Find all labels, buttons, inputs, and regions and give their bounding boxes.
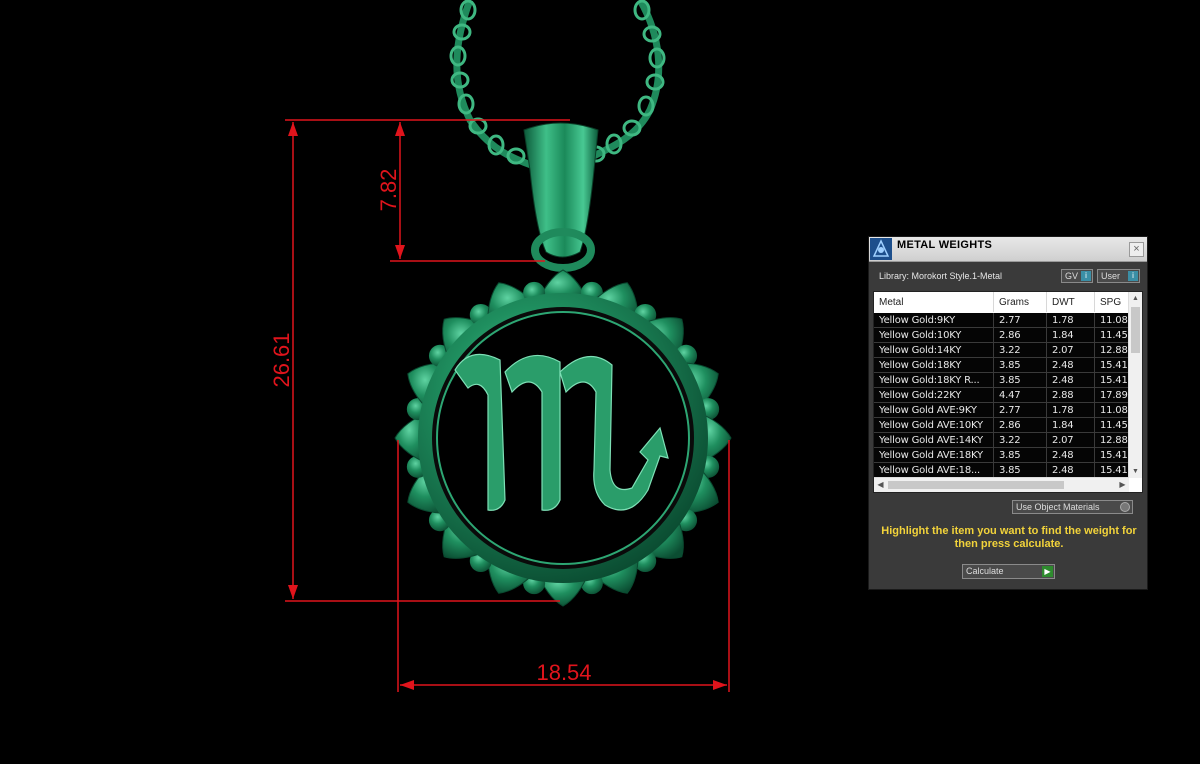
cell-metal: Yellow Gold AVE:10KY (874, 417, 994, 433)
info-icon: i (1081, 271, 1091, 281)
instructions-text: Highlight the item you want to find the … (881, 525, 1137, 550)
column-header-grams[interactable]: Grams (993, 292, 1047, 313)
cell-metal: Yellow Gold:9KY (874, 312, 994, 328)
cell-spg: 11.45 (1094, 327, 1131, 343)
user-label: User (1101, 271, 1121, 281)
table-row[interactable]: Yellow Gold AVE:10KY 2.86 1.84 11.45 (874, 417, 1131, 433)
app-logo-icon (870, 238, 892, 260)
column-header-dwt[interactable]: DWT (1046, 292, 1095, 313)
cell-spg: 11.08 (1094, 402, 1131, 418)
table-row[interactable]: Yellow Gold AVE:18... 3.85 2.48 15.41 (874, 462, 1131, 478)
dimension-width: 18.54 (536, 660, 591, 685)
cell-spg: 12.88 (1094, 432, 1131, 448)
cell-dwt: 1.84 (1046, 327, 1095, 343)
horizontal-scroll-thumb[interactable] (888, 481, 1064, 489)
cell-spg: 15.41 (1094, 462, 1131, 478)
cell-metal: Yellow Gold AVE:18KY (874, 447, 994, 463)
cell-grams: 2.77 (993, 312, 1047, 328)
cell-spg: 15.41 (1094, 372, 1131, 388)
metal-table: Metal Grams DWT SPG Yellow Gold:9KY 2.77 1… (874, 292, 1131, 478)
use-object-materials-button[interactable]: Use Object Materials (1012, 500, 1133, 514)
cell-metal: Yellow Gold:18KY (874, 357, 994, 373)
table-row[interactable]: Yellow Gold AVE:14KY 3.22 2.07 12.88 (874, 432, 1131, 448)
cell-spg: 11.08 (1094, 312, 1131, 328)
panel-titlebar[interactable]: METAL WEIGHTS × (869, 237, 1147, 262)
cell-metal: Yellow Gold AVE:18... (874, 462, 994, 478)
use-object-materials-label: Use Object Materials (1016, 502, 1100, 512)
table-row[interactable]: Yellow Gold AVE:9KY 2.77 1.78 11.08 (874, 402, 1131, 418)
cell-dwt: 1.84 (1046, 417, 1095, 433)
cell-spg: 17.89 (1094, 387, 1131, 403)
cell-grams: 4.47 (993, 387, 1047, 403)
dimension-total-height: 26.61 (269, 332, 294, 387)
table-row[interactable]: Yellow Gold:9KY 2.77 1.78 11.08 (874, 312, 1131, 328)
table-row[interactable]: Yellow Gold:18KY 3.85 2.48 15.41 (874, 357, 1131, 373)
calculate-label: Calculate (966, 566, 1004, 576)
gv-label: GV (1065, 271, 1079, 281)
gv-toggle-button[interactable]: GV i (1061, 269, 1093, 283)
cell-metal: Yellow Gold AVE:9KY (874, 402, 994, 418)
library-label: Library: Morokort Style.1-Metal (879, 271, 1003, 281)
calculate-button[interactable]: Calculate ▶ (962, 564, 1055, 579)
cell-grams: 3.22 (993, 432, 1047, 448)
cell-grams: 3.85 (993, 372, 1047, 388)
cell-dwt: 2.48 (1046, 372, 1095, 388)
scroll-down-icon[interactable]: ▼ (1129, 465, 1142, 478)
toggle-knob-icon (1120, 502, 1130, 512)
vertical-scroll-thumb[interactable] (1131, 307, 1140, 353)
vertical-scrollbar[interactable]: ▲ ▼ (1128, 292, 1142, 478)
cell-grams: 2.86 (993, 417, 1047, 433)
user-toggle-button[interactable]: User i (1097, 269, 1140, 283)
cell-grams: 3.22 (993, 342, 1047, 358)
cell-grams: 3.85 (993, 357, 1047, 373)
cell-metal: Yellow Gold:18KY R... (874, 372, 994, 388)
cell-dwt: 2.48 (1046, 447, 1095, 463)
scroll-left-icon[interactable]: ◀ (874, 478, 887, 492)
cell-dwt: 2.48 (1046, 462, 1095, 478)
table-row[interactable]: Yellow Gold:18KY R... 3.85 2.48 15.41 (874, 372, 1131, 388)
cell-spg: 15.41 (1094, 447, 1131, 463)
cell-grams: 3.85 (993, 447, 1047, 463)
cell-dwt: 2.48 (1046, 357, 1095, 373)
play-arrow-icon: ▶ (1042, 566, 1053, 577)
cell-spg: 15.41 (1094, 357, 1131, 373)
table-row[interactable]: Yellow Gold:10KY 2.86 1.84 11.45 (874, 327, 1131, 343)
cell-dwt: 2.07 (1046, 432, 1095, 448)
dimension-bail-height: 7.82 (376, 169, 401, 212)
horizontal-scrollbar[interactable]: ◀ ▶ (874, 477, 1129, 492)
info-icon: i (1128, 271, 1138, 281)
column-header-metal[interactable]: Metal (874, 292, 994, 313)
cell-grams: 3.85 (993, 462, 1047, 478)
cell-metal: Yellow Gold AVE:14KY (874, 432, 994, 448)
cell-metal: Yellow Gold:10KY (874, 327, 994, 343)
cell-grams: 2.86 (993, 327, 1047, 343)
table-row[interactable]: Yellow Gold:22KY 4.47 2.88 17.89 (874, 387, 1131, 403)
metal-table-container[interactable]: Metal Grams DWT SPG Yellow Gold:9KY 2.77 1… (873, 291, 1143, 493)
cell-dwt: 2.07 (1046, 342, 1095, 358)
metal-weights-panel: METAL WEIGHTS × Library: Morokort Style.… (868, 236, 1148, 590)
cell-grams: 2.77 (993, 402, 1047, 418)
cell-spg: 11.45 (1094, 417, 1131, 433)
panel-title: METAL WEIGHTS (897, 239, 993, 251)
table-header-row: Metal Grams DWT SPG (874, 292, 1131, 313)
close-icon[interactable]: × (1129, 242, 1144, 257)
table-row[interactable]: Yellow Gold AVE:18KY 3.85 2.48 15.41 (874, 447, 1131, 463)
table-row[interactable]: Yellow Gold:14KY 3.22 2.07 12.88 (874, 342, 1131, 358)
cell-dwt: 1.78 (1046, 312, 1095, 328)
cell-dwt: 2.88 (1046, 387, 1095, 403)
cell-spg: 12.88 (1094, 342, 1131, 358)
scroll-right-icon[interactable]: ▶ (1116, 478, 1129, 492)
scroll-up-icon[interactable]: ▲ (1129, 292, 1142, 305)
cell-dwt: 1.78 (1046, 402, 1095, 418)
column-header-spg[interactable]: SPG (1094, 292, 1131, 313)
cell-metal: Yellow Gold:22KY (874, 387, 994, 403)
cell-metal: Yellow Gold:14KY (874, 342, 994, 358)
